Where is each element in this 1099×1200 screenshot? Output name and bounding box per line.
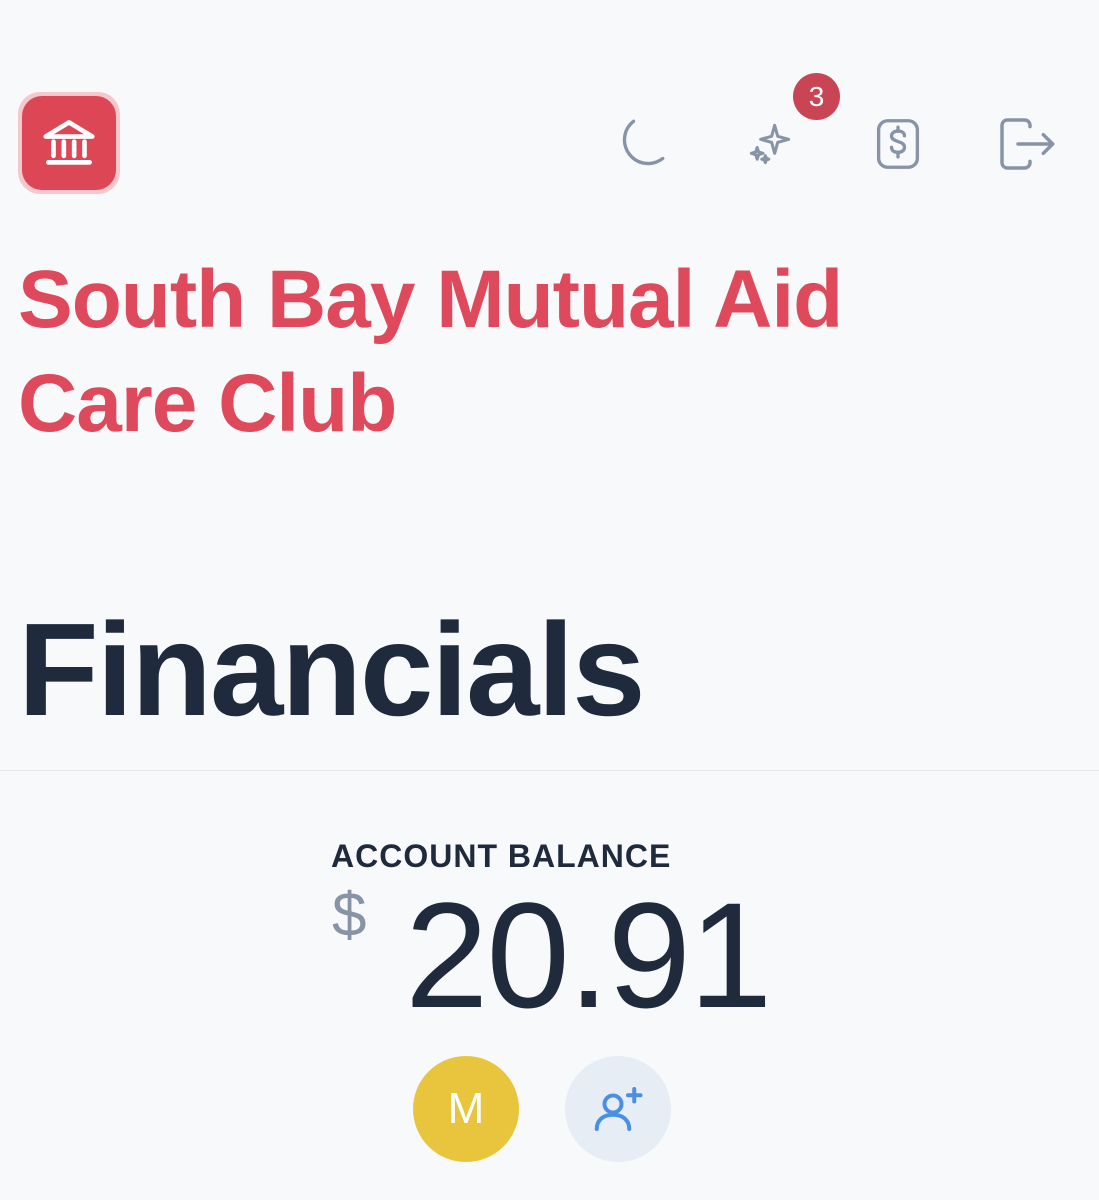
account-balance-amount: 20.91	[405, 871, 772, 1039]
page-title: Financials	[18, 596, 646, 743]
section-divider	[0, 770, 1099, 771]
bank-icon	[43, 120, 95, 165]
currency-symbol: $	[332, 881, 367, 950]
member-avatar[interactable]: M	[413, 1056, 519, 1162]
organization-name: South Bay Mutual Aid Care Club	[18, 254, 843, 449]
notification-badge: 3	[793, 73, 840, 120]
moon-icon	[622, 119, 665, 166]
app-logo[interactable]	[18, 92, 120, 194]
add-member-button[interactable]	[565, 1056, 671, 1162]
dollar-icon	[876, 119, 920, 169]
billing-button[interactable]	[866, 112, 930, 176]
notifications-button[interactable]	[738, 112, 802, 176]
sparkles-icon	[749, 123, 791, 165]
account-balance-label: ACCOUNT BALANCE	[331, 838, 672, 874]
logout-button[interactable]	[994, 112, 1058, 176]
add-user-icon	[594, 1087, 643, 1131]
dark-mode-toggle[interactable]	[608, 112, 672, 176]
logout-icon	[1000, 118, 1055, 170]
app-logo-inner	[22, 96, 116, 190]
